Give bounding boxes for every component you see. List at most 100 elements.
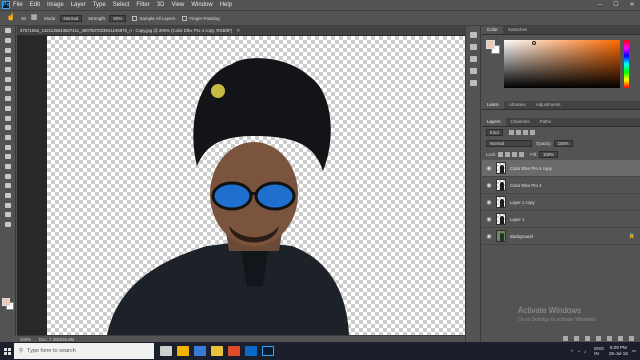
marquee-tool-icon[interactable] — [0, 36, 16, 46]
layer-name[interactable]: Color Efex Pro 4 — [510, 183, 542, 188]
blend-mode-select[interactable]: Normal — [486, 140, 532, 147]
opacity-input[interactable]: 100% — [553, 140, 573, 147]
color-panel-foreground-swatch[interactable] — [486, 40, 495, 49]
properties-panel-icon[interactable] — [469, 44, 477, 50]
layer-row[interactable]: ◉ Layer 1 copy — [482, 194, 640, 211]
tab-channels[interactable]: Channels — [506, 118, 535, 126]
menu-layer[interactable]: Layer — [71, 2, 86, 8]
menu-file[interactable]: File — [13, 2, 23, 8]
add-mask-icon[interactable] — [585, 335, 590, 341]
visibility-eye-icon[interactable]: ◉ — [482, 199, 496, 206]
add-style-icon[interactable] — [574, 335, 579, 341]
menu-view[interactable]: View — [171, 2, 184, 8]
language-indicator[interactable]: ENG IN — [590, 346, 604, 356]
zoom-tool-icon[interactable] — [0, 210, 16, 220]
paragraph-panel-icon[interactable] — [469, 80, 477, 86]
zoom-level[interactable]: 200% — [20, 337, 31, 342]
dodge-tool-icon[interactable] — [0, 152, 16, 162]
media-player-icon[interactable] — [228, 346, 240, 356]
menu-edit[interactable]: Edit — [30, 2, 40, 8]
character-panel-icon[interactable] — [469, 68, 477, 74]
edge-browser-icon[interactable] — [194, 346, 206, 356]
history-brush-tool-icon[interactable] — [0, 113, 16, 123]
layer-filter-kind[interactable]: Kind — [486, 129, 503, 136]
crop-tool-icon[interactable] — [0, 65, 16, 75]
layer-row[interactable]: ◉ Color Efex Pro 4 copy — [482, 160, 640, 177]
fill-input[interactable]: 100% — [538, 151, 558, 158]
file-explorer-icon[interactable] — [177, 346, 189, 356]
path-select-tool-icon[interactable] — [0, 181, 16, 191]
lasso-tool-icon[interactable] — [0, 45, 16, 55]
eyedropper-tool-icon[interactable] — [0, 74, 16, 84]
history-panel-icon[interactable] — [469, 32, 477, 38]
tab-layers[interactable]: Layers — [482, 118, 506, 126]
gradient-tool-icon[interactable] — [0, 133, 16, 143]
tab-swatches[interactable]: Swatches — [503, 26, 533, 34]
tray-chevron-icon[interactable]: ^ — [571, 349, 573, 354]
link-layers-icon[interactable] — [563, 335, 568, 341]
close-icon[interactable]: ✕ — [624, 0, 640, 10]
color-panel-swatches[interactable] — [486, 40, 500, 54]
network-icon[interactable]: ◔ — [577, 349, 580, 354]
menu-3d[interactable]: 3D — [157, 2, 165, 8]
layer-name[interactable]: Layer 1 — [510, 217, 524, 222]
foreground-color-swatch[interactable] — [2, 298, 10, 306]
notifications-icon[interactable]: ▭ — [632, 348, 636, 354]
tab-adjustments[interactable]: Adjustments — [531, 101, 566, 109]
taskbar-search[interactable]: ⚲ Type here to search — [14, 343, 154, 359]
close-document-icon[interactable]: ✕ — [236, 28, 240, 34]
healing-brush-tool-icon[interactable] — [0, 84, 16, 94]
visibility-eye-icon[interactable]: ◉ — [482, 165, 496, 172]
hand-tool-icon[interactable] — [0, 200, 16, 210]
tab-paths[interactable]: Paths — [535, 118, 557, 126]
layer-name[interactable]: Layer 1 copy — [510, 200, 535, 205]
menu-type[interactable]: Type — [93, 2, 106, 8]
maximize-icon[interactable]: ☐ — [608, 0, 624, 10]
lock-all-icon[interactable] — [519, 152, 525, 157]
finger-painting-checkbox[interactable] — [182, 15, 188, 21]
trash-icon[interactable] — [629, 335, 634, 341]
visibility-eye-icon[interactable]: ◉ — [482, 216, 496, 223]
filter-adjustment-icon[interactable] — [515, 130, 521, 135]
move-tool-icon[interactable] — [0, 26, 16, 36]
layer-row[interactable]: ◉ Color Efex Pro 4 — [482, 177, 640, 194]
store-icon[interactable] — [245, 346, 257, 356]
hue-slider[interactable] — [624, 40, 629, 88]
menu-help[interactable]: Help — [220, 2, 232, 8]
smudge-tool-icon[interactable] — [0, 142, 16, 152]
lock-position-icon[interactable] — [512, 152, 518, 157]
visibility-eye-icon[interactable]: ◉ — [482, 233, 496, 240]
chrome-browser-icon[interactable] — [211, 346, 223, 356]
lock-pixels-icon[interactable] — [505, 152, 511, 157]
photoshop-taskbar-icon[interactable] — [262, 346, 274, 356]
brush-tool-icon[interactable] — [0, 94, 16, 104]
canvas-area[interactable] — [17, 36, 465, 335]
minimize-icon[interactable]: – — [592, 0, 608, 10]
strength-input[interactable]: 50% — [109, 14, 127, 22]
filter-shape-icon[interactable] — [529, 130, 535, 135]
layer-name[interactable]: Color Efex Pro 4 copy — [510, 166, 552, 171]
quick-select-tool-icon[interactable] — [0, 55, 16, 65]
shape-tool-icon[interactable] — [0, 191, 16, 201]
type-tool-icon[interactable] — [0, 171, 16, 181]
pen-tool-icon[interactable] — [0, 162, 16, 172]
document-tab[interactable]: 37571552_1321135643607411_49078070239412… — [17, 26, 465, 36]
filter-type-icon[interactable] — [522, 130, 528, 135]
tab-libraries[interactable]: Libraries — [504, 101, 531, 109]
color-swatches[interactable] — [2, 298, 14, 310]
sample-all-layers-checkbox[interactable] — [132, 15, 138, 21]
visibility-eye-icon[interactable]: ◉ — [482, 182, 496, 189]
transparent-canvas[interactable] — [47, 36, 465, 335]
layer-row[interactable]: ◉ Layer 1 — [482, 211, 640, 228]
tab-learn[interactable]: Learn — [482, 101, 504, 109]
menu-select[interactable]: Select — [113, 2, 130, 8]
eraser-tool-icon[interactable] — [0, 123, 16, 133]
volume-icon[interactable]: ♪ — [584, 349, 586, 354]
color-picker-cursor[interactable] — [532, 41, 536, 45]
filter-pixel-icon[interactable] — [508, 130, 514, 135]
clock[interactable]: 8:29 PM 26-Jul-18 — [609, 345, 628, 357]
task-view-icon[interactable] — [160, 346, 172, 356]
new-adjustment-icon[interactable] — [596, 335, 601, 341]
menu-window[interactable]: Window — [191, 2, 212, 8]
mode-select[interactable]: Normal — [59, 14, 83, 22]
